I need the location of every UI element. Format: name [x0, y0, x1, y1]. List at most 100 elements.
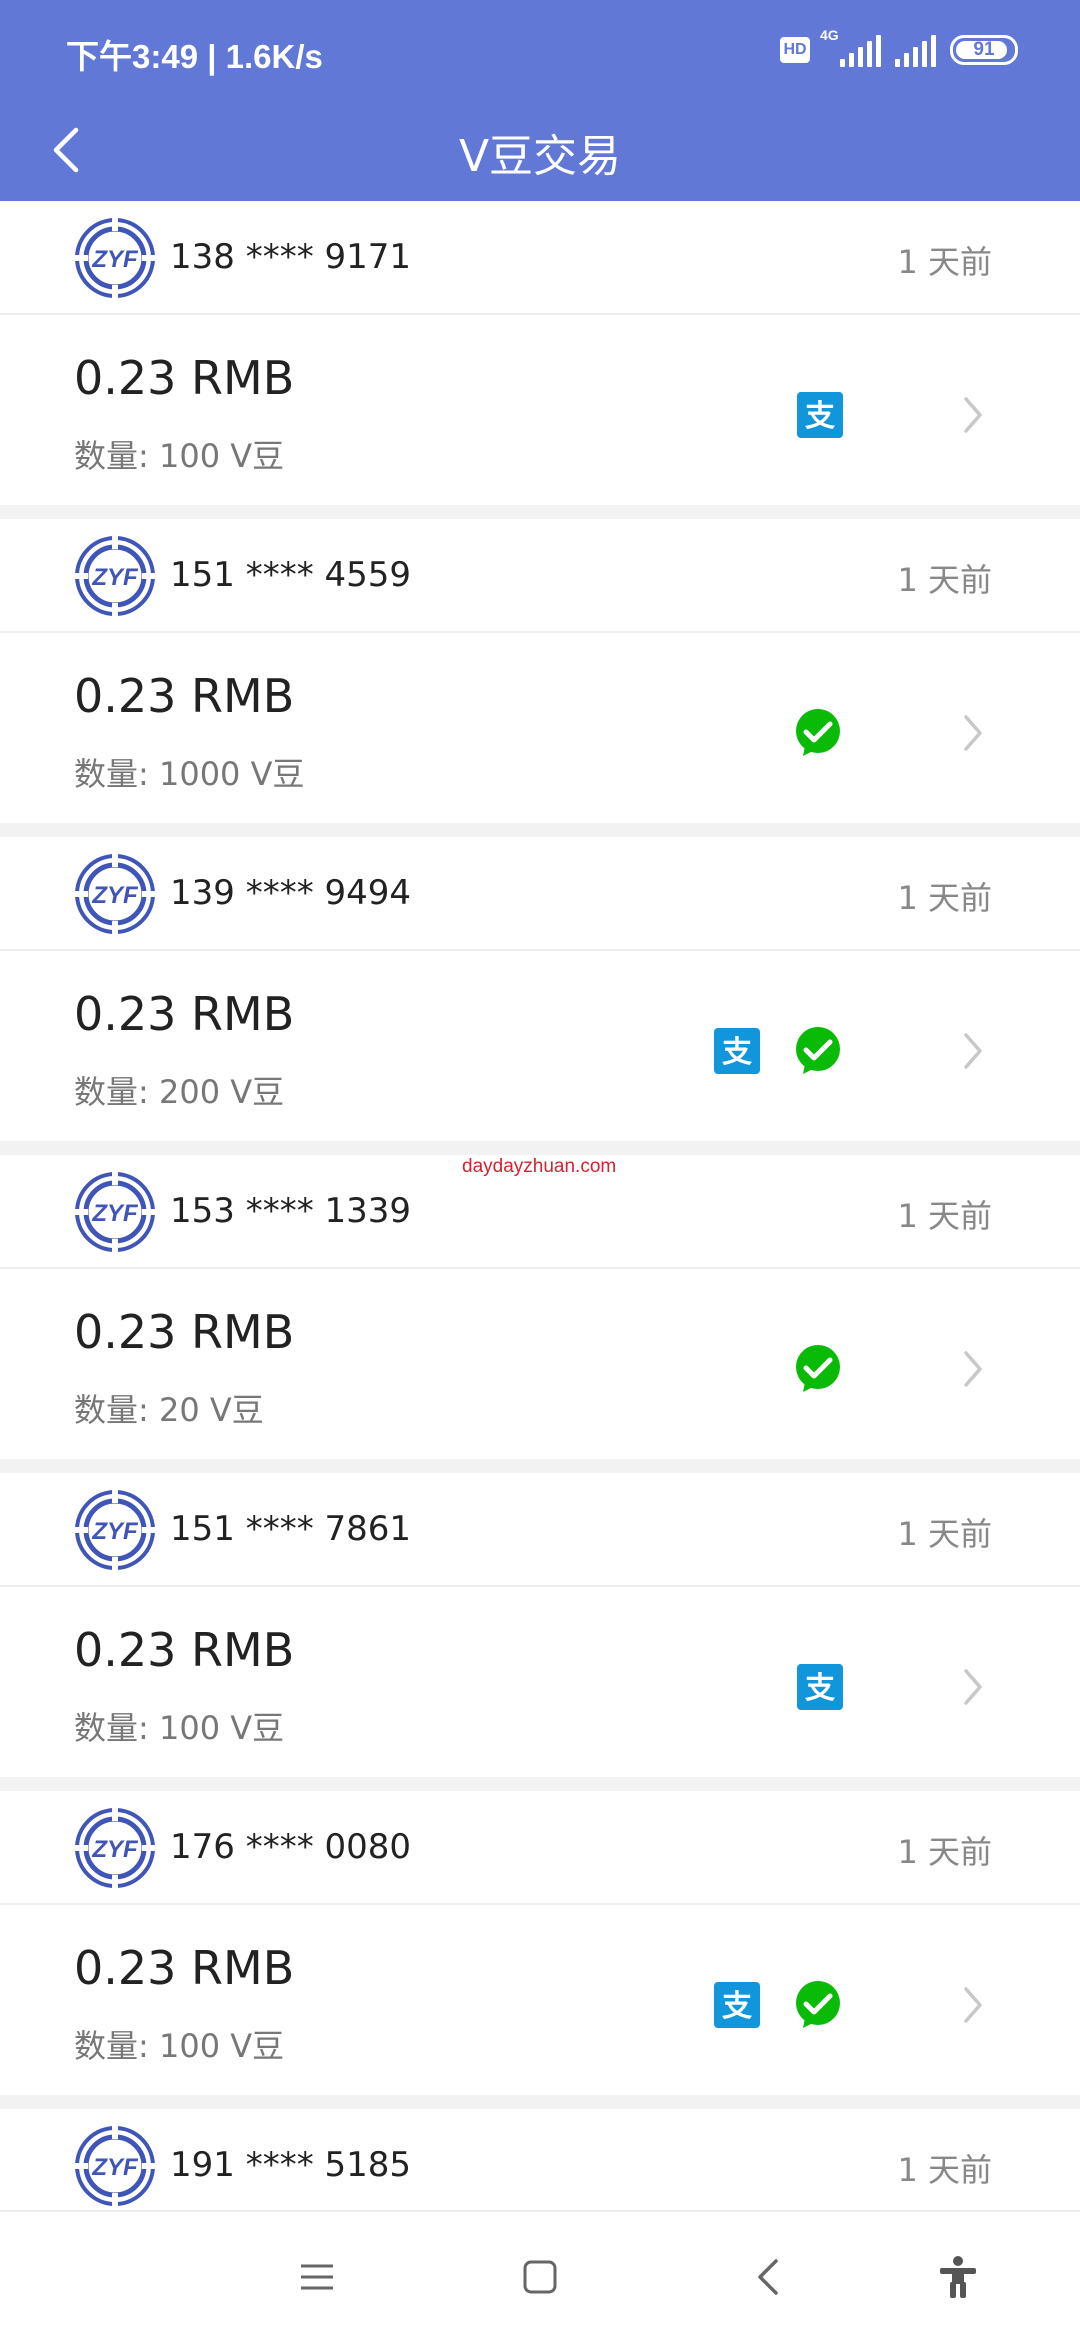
transaction-list[interactable]: ZYF 138 **** 9171 1 天前 0.23 RMB 数量: 100 …	[0, 201, 1080, 2237]
transaction-time: 1 天前	[897, 1515, 992, 1553]
transaction-header: ZYF 176 **** 0080 1 天前	[0, 1791, 1080, 1905]
signal-icon	[895, 33, 936, 67]
back-triangle-icon	[758, 2259, 778, 2295]
logo-text: ZYF	[91, 2154, 139, 2181]
chevron-right-icon	[964, 1351, 982, 1387]
wechat-pay-icon	[796, 1981, 840, 2028]
transaction-card[interactable]: ZYF 153 **** 1339 1 天前 0.23 RMB 数量: 20 V…	[0, 1155, 1080, 1459]
nav-menu-button[interactable]	[282, 2242, 352, 2312]
logo-text: ZYF	[91, 564, 139, 591]
logo-text: ZYF	[91, 1518, 139, 1545]
transaction-time: 1 天前	[897, 1833, 992, 1871]
alipay-glyph: 支	[805, 1671, 835, 1706]
user-phone: 139 **** 9494	[170, 873, 412, 913]
chevron-right-icon	[964, 397, 982, 433]
transaction-card[interactable]: ZYF 151 **** 7861 1 天前 0.23 RMB 数量: 100 …	[0, 1473, 1080, 1777]
status-time-speed: 下午3:49 | 1.6K/s	[66, 38, 323, 75]
transaction-body[interactable]: 0.23 RMB 数量: 20 V豆	[0, 1269, 1080, 1459]
quantity-value: 100 V豆	[158, 2027, 285, 2065]
transaction-card[interactable]: ZYF 151 **** 4559 1 天前 0.23 RMB 数量: 1000…	[0, 519, 1080, 823]
alipay-glyph: 支	[722, 1989, 752, 2024]
wechat-pay-icon	[796, 709, 840, 756]
transaction-body[interactable]: 0.23 RMB 数量: 1000 V豆	[0, 633, 1080, 823]
logo-text: ZYF	[91, 882, 139, 909]
watermark-text: daydayzhuan.com	[462, 1156, 617, 1177]
page-title: V豆交易	[458, 131, 622, 182]
transaction-body[interactable]: 0.23 RMB 数量: 100 V豆 支	[0, 1905, 1080, 2095]
user-phone: 176 **** 0080	[170, 1827, 412, 1867]
transaction-header: ZYF 151 **** 4559 1 天前	[0, 519, 1080, 633]
transaction-card[interactable]: ZYF 191 **** 5185 1 天前 数量:	[0, 2109, 1080, 2223]
user-phone: 153 **** 1339	[170, 1191, 412, 1231]
transaction-amount: 0.23 RMB	[74, 1623, 295, 1677]
transaction-time: 1 天前	[897, 1197, 992, 1235]
alipay-icon: 支	[714, 1028, 760, 1074]
alipay-icon: 支	[797, 1664, 843, 1710]
transaction-header: ZYF 151 **** 7861 1 天前	[0, 1473, 1080, 1587]
quantity-value: 200 V豆	[158, 1073, 285, 1111]
zyf-logo-icon: ZYF	[74, 217, 156, 299]
zyf-logo-icon: ZYF	[74, 535, 156, 617]
user-phone: 138 **** 9171	[170, 237, 412, 277]
alipay-icon: 支	[797, 392, 843, 438]
quantity-label: 数量:	[74, 437, 149, 475]
quantity-value: 100 V豆	[158, 1709, 285, 1747]
transaction-quantity: 数量: 100 V豆	[74, 1703, 284, 1749]
transaction-body[interactable]: 0.23 RMB 数量: 100 V豆 支	[0, 315, 1080, 505]
transaction-quantity: 数量: 1000 V豆	[74, 749, 304, 795]
chevron-right-icon	[964, 1669, 982, 1705]
alipay-glyph: 支	[722, 1035, 752, 1070]
nav-home-button[interactable]	[505, 2242, 575, 2312]
transaction-time: 1 天前	[897, 2151, 992, 2189]
zyf-logo-icon: ZYF	[74, 2125, 156, 2207]
transaction-header: ZYF 191 **** 5185 1 天前	[0, 2109, 1080, 2223]
accessibility-icon	[940, 2256, 976, 2298]
transaction-amount: 0.23 RMB	[74, 1305, 295, 1359]
network-type-label: 4G	[820, 27, 839, 43]
user-phone: 151 **** 4559	[170, 555, 412, 595]
transaction-header: ZYF 139 **** 9494 1 天前	[0, 837, 1080, 951]
user-phone: 151 **** 7861	[170, 1509, 412, 1549]
transaction-quantity: 数量: 200 V豆	[74, 1067, 284, 1113]
hd-icon: HD	[780, 37, 810, 63]
user-phone: 191 **** 5185	[170, 2145, 412, 2185]
transaction-body[interactable]: 0.23 RMB 数量: 200 V豆 支	[0, 951, 1080, 1141]
zyf-logo-icon: ZYF	[74, 1489, 156, 1571]
chevron-right-icon	[964, 1987, 982, 2023]
quantity-value: 1000 V豆	[158, 755, 305, 793]
status-icons: HD 4G 91	[780, 27, 1018, 70]
nav-accessibility-button[interactable]	[923, 2242, 993, 2312]
alipay-icon: 支	[714, 1982, 760, 2028]
transaction-amount: 0.23 RMB	[74, 351, 295, 405]
transaction-quantity: 数量: 100 V豆	[74, 431, 284, 477]
chevron-right-icon	[964, 715, 982, 751]
transaction-amount: 0.23 RMB	[74, 669, 295, 723]
menu-icon	[301, 2264, 333, 2290]
transaction-card[interactable]: ZYF 138 **** 9171 1 天前 0.23 RMB 数量: 100 …	[0, 201, 1080, 505]
nav-back-button[interactable]	[733, 2242, 803, 2312]
transaction-card[interactable]: ZYF 139 **** 9494 1 天前 0.23 RMB 数量: 200 …	[0, 837, 1080, 1141]
system-nav-bar	[0, 2210, 1080, 2340]
transaction-body[interactable]: 0.23 RMB 数量: 100 V豆 支	[0, 1587, 1080, 1777]
zyf-logo-icon: ZYF	[74, 1171, 156, 1253]
wechat-pay-icon	[796, 1027, 840, 1074]
wechat-pay-icon	[796, 1345, 840, 1392]
logo-text: ZYF	[91, 246, 139, 273]
logo-text: ZYF	[91, 1836, 139, 1863]
transaction-quantity: 数量: 100 V豆	[74, 2021, 284, 2067]
transaction-card[interactable]: ZYF 176 **** 0080 1 天前 0.23 RMB 数量: 100 …	[0, 1791, 1080, 2095]
quantity-label: 数量:	[74, 1709, 149, 1747]
transaction-time: 1 天前	[897, 243, 992, 281]
transaction-time: 1 天前	[897, 879, 992, 917]
signal-4g-icon: 4G	[820, 27, 881, 67]
status-bar: 下午3:49 | 1.6K/s HD 4G 91	[0, 0, 1080, 100]
quantity-label: 数量:	[74, 755, 149, 793]
home-square-icon	[523, 2260, 557, 2294]
quantity-value: 100 V豆	[158, 437, 285, 475]
quantity-label: 数量:	[74, 1073, 149, 1111]
zyf-logo-icon: ZYF	[74, 853, 156, 935]
battery-icon: 91	[950, 35, 1018, 65]
transaction-header: ZYF 138 **** 9171 1 天前	[0, 201, 1080, 315]
transaction-quantity: 数量: 20 V豆	[74, 1385, 264, 1431]
transaction-time: 1 天前	[897, 561, 992, 599]
